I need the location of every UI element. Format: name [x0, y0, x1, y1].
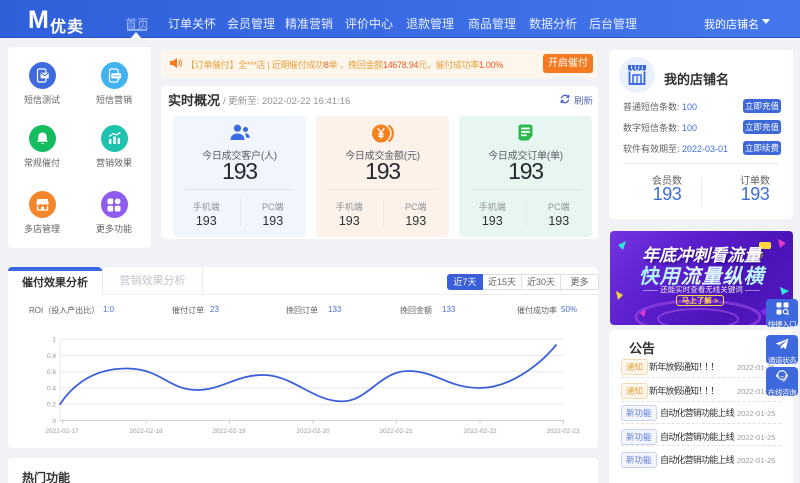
- svg-text:2022-02-21: 2022-02-21: [379, 428, 413, 435]
- svg-text:2022-02-23: 2022-02-23: [546, 428, 580, 435]
- svg-text:2022-02-19: 2022-02-19: [212, 428, 246, 435]
- svg-text:2022-02-18: 2022-02-18: [129, 428, 163, 435]
- svg-text:0.8: 0.8: [47, 353, 56, 360]
- svg-text:0.6: 0.6: [47, 369, 56, 376]
- svg-text:0.2: 0.2: [47, 402, 56, 409]
- svg-text:1: 1: [52, 337, 56, 344]
- svg-text:2022-02-22: 2022-02-22: [463, 428, 497, 435]
- svg-text:0.4: 0.4: [47, 385, 56, 392]
- svg-text:2022-02-20: 2022-02-20: [296, 428, 330, 435]
- svg-text:0: 0: [52, 418, 56, 425]
- svg-text:2022-02-17: 2022-02-17: [45, 428, 79, 435]
